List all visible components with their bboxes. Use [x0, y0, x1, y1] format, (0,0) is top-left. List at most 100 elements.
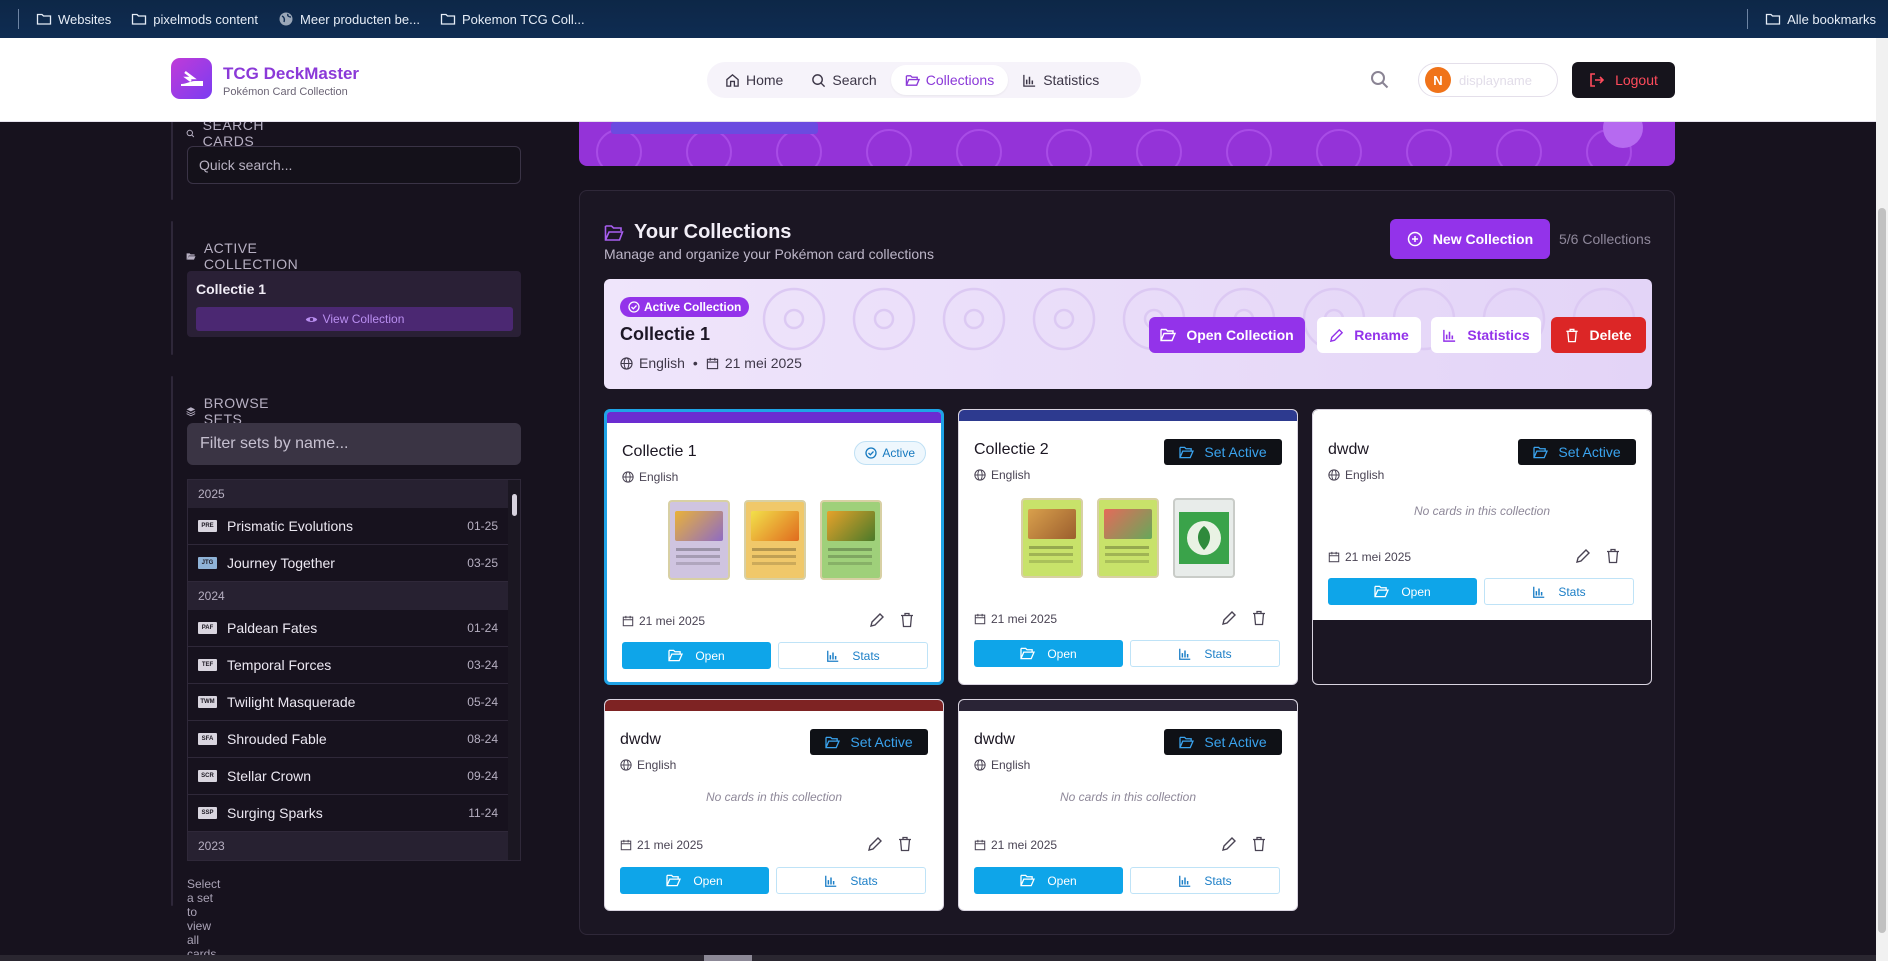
set-row-stellar-crown[interactable]: SCR Stellar Crown 09-24	[188, 758, 508, 795]
horizontal-scrollbar[interactable]	[0, 955, 1876, 961]
stats-button[interactable]: Stats	[776, 867, 926, 894]
set-row-prismatic-evolutions[interactable]: PRE Prismatic Evolutions 01-25	[188, 508, 508, 545]
set-active-button[interactable]: Set Active	[810, 729, 928, 755]
empty-state-text: No cards in this collection	[1413, 504, 1551, 518]
nav-search[interactable]: Search	[797, 65, 890, 95]
nav-home[interactable]: Home	[711, 65, 797, 95]
set-active-button[interactable]: Set Active	[1164, 439, 1282, 465]
card-thumbnail[interactable]	[668, 500, 730, 580]
quick-search-input[interactable]	[187, 146, 521, 184]
browse-hint: Select a set to view all cards in the se…	[187, 877, 221, 961]
collection-count: 5/6 Collections	[1559, 231, 1651, 247]
nav-collections[interactable]: Collections	[890, 65, 1009, 95]
folder-icon	[1765, 13, 1781, 25]
set-row-shrouded-fable[interactable]: SFA Shrouded Fable 08-24	[188, 721, 508, 758]
edit-icon[interactable]	[869, 612, 885, 628]
folder-open-icon	[825, 736, 841, 748]
card-thumbnail[interactable]	[820, 500, 882, 580]
collection-name: Collectie 1	[622, 443, 697, 460]
sets-scrollbar[interactable]	[508, 480, 520, 860]
open-button[interactable]: Open	[620, 867, 769, 894]
card-thumbnail[interactable]	[744, 500, 806, 580]
delete-button[interactable]: Delete	[1551, 317, 1646, 353]
all-bookmarks[interactable]: Alle bookmarks	[1765, 0, 1876, 38]
grass-energy-icon	[1179, 512, 1229, 564]
open-button[interactable]: Open	[622, 642, 771, 669]
collection-card[interactable]: Collectie 1 Active English 21 mei 2025 O…	[604, 409, 944, 685]
edit-icon[interactable]	[1221, 836, 1237, 852]
card-thumbnail[interactable]	[1173, 498, 1235, 578]
button-label: Statistics	[1467, 327, 1530, 343]
set-row-paldean-fates[interactable]: PAF Paldean Fates 01-24	[188, 610, 508, 647]
card-thumbnail[interactable]	[1021, 498, 1083, 578]
main-nav: Home Search Collections Statistics	[707, 62, 1141, 98]
app-logo[interactable]	[171, 58, 212, 99]
card-color-strip	[959, 410, 1297, 421]
user-menu[interactable]: N displayname	[1418, 63, 1558, 97]
statistics-button[interactable]: Statistics	[1431, 317, 1541, 353]
card-thumbnail[interactable]	[1097, 498, 1159, 578]
stats-button[interactable]: Stats	[1484, 578, 1634, 605]
rename-button[interactable]: Rename	[1317, 317, 1421, 353]
globe-icon	[620, 759, 632, 771]
stats-button[interactable]: Stats	[778, 642, 928, 669]
set-symbol-icon: TWM	[198, 696, 217, 708]
open-collection-button[interactable]: Open Collection	[1149, 317, 1305, 353]
search-icon	[812, 73, 826, 87]
language-label: English	[991, 758, 1031, 772]
trash-icon[interactable]	[899, 612, 915, 628]
edit-icon[interactable]	[867, 836, 883, 852]
stats-button[interactable]: Stats	[1130, 867, 1280, 894]
language-label: English	[637, 758, 677, 772]
filter-sets-input[interactable]	[187, 423, 521, 465]
nav-label: Search	[832, 72, 877, 88]
collection-card[interactable]: dwdw Set Active English No cards in this…	[604, 699, 944, 911]
view-collection-button[interactable]: View Collection	[196, 307, 513, 331]
globe-icon	[974, 469, 986, 481]
active-banner-meta: English • 21 mei 2025	[620, 355, 802, 371]
bookmark-pokemon-tcg[interactable]: Pokemon TCG Coll...	[440, 11, 585, 27]
trash-icon[interactable]	[897, 836, 913, 852]
bookmark-pixelmods[interactable]: pixelmods content	[131, 11, 258, 27]
active-collection-box: Collectie 1 View Collection	[187, 271, 521, 337]
set-active-button[interactable]: Set Active	[1518, 439, 1636, 465]
collection-card[interactable]: dwdw Set Active English No cards in this…	[1312, 409, 1652, 685]
open-button[interactable]: Open	[974, 867, 1123, 894]
collection-card[interactable]: dwdw Set Active English No cards in this…	[958, 699, 1298, 911]
sets-scrollbar-thumb[interactable]	[512, 494, 517, 516]
set-row-journey-together[interactable]: JTG Journey Together 03-25	[188, 545, 508, 582]
folder-open-icon	[1020, 874, 1036, 887]
bookmark-meer-producten[interactable]: Meer producten be...	[278, 11, 420, 27]
stats-button[interactable]: Stats	[1130, 640, 1280, 667]
edit-icon[interactable]	[1221, 610, 1237, 626]
new-collection-button[interactable]: New Collection	[1390, 219, 1550, 259]
bookmark-label: Websites	[58, 11, 112, 27]
trash-icon[interactable]	[1605, 548, 1621, 564]
trash-icon[interactable]	[1251, 610, 1267, 626]
button-label: Stats	[1204, 646, 1232, 661]
set-row-surging-sparks[interactable]: SSP Surging Sparks 11-24	[188, 795, 508, 832]
bar-chart-icon	[1179, 648, 1191, 660]
horizontal-scrollbar-thumb[interactable]	[704, 955, 752, 961]
date-label: 21 mei 2025	[637, 838, 704, 852]
edit-icon[interactable]	[1575, 548, 1591, 564]
trash-icon[interactable]	[1251, 836, 1267, 852]
folder-open-icon	[1020, 647, 1036, 660]
set-row-twilight-masquerade[interactable]: TWM Twilight Masquerade 05-24	[188, 684, 508, 721]
set-active-button[interactable]: Set Active	[1164, 729, 1282, 755]
set-row-temporal-forces[interactable]: TEF Temporal Forces 03-24	[188, 647, 508, 684]
collection-name: dwdw	[620, 731, 661, 748]
eye-icon	[305, 316, 317, 322]
bookmark-websites[interactable]: Websites	[36, 11, 111, 27]
page-scrollbar-thumb[interactable]	[1878, 208, 1886, 933]
collection-card[interactable]: Collectie 2 Set Active English 21 mei 20…	[958, 409, 1298, 685]
open-button[interactable]: Open	[974, 640, 1123, 667]
logout-button[interactable]: Logout	[1572, 62, 1675, 98]
button-label: Delete	[1589, 327, 1632, 343]
header-search-icon[interactable]	[1369, 69, 1391, 91]
page-scrollbar[interactable]	[1876, 38, 1888, 961]
sets-list[interactable]: 2025 PRE Prismatic Evolutions 01-25 JTG …	[187, 479, 521, 861]
nav-statistics[interactable]: Statistics	[1008, 65, 1113, 95]
folder-open-icon	[1533, 446, 1549, 458]
open-button[interactable]: Open	[1328, 578, 1477, 605]
